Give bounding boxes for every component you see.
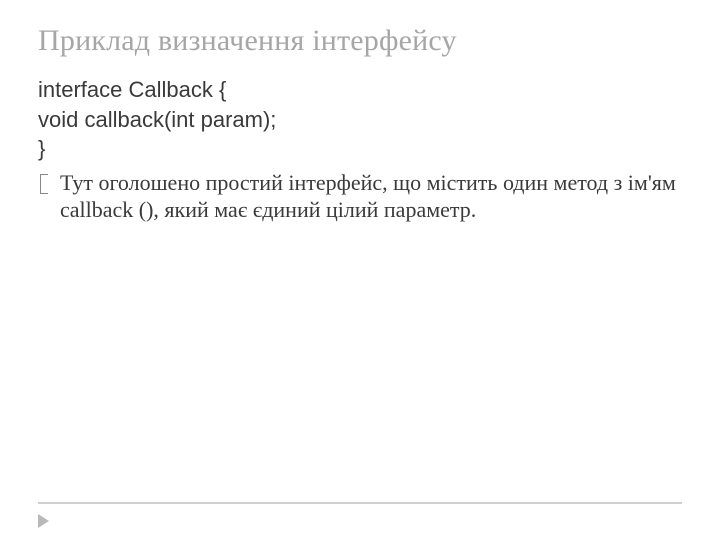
footer-divider: [38, 502, 682, 504]
footer-arrow-icon: [38, 514, 49, 528]
code-line-3: }: [38, 135, 682, 163]
bullet-marker-icon: [40, 174, 48, 194]
bullet-text: Тут оголошено простий інтерфейс, що міст…: [60, 169, 682, 224]
slide: Приклад визначення інтерфейсу interface …: [0, 0, 720, 540]
code-line-2: void callback(int param);: [38, 106, 682, 134]
bullet-item: Тут оголошено простий інтерфейс, що міст…: [38, 169, 682, 224]
code-line-1: interface Callback {: [38, 76, 682, 104]
slide-body: interface Callback { void callback(int p…: [38, 76, 682, 224]
slide-title: Приклад визначення інтерфейсу: [38, 24, 682, 58]
